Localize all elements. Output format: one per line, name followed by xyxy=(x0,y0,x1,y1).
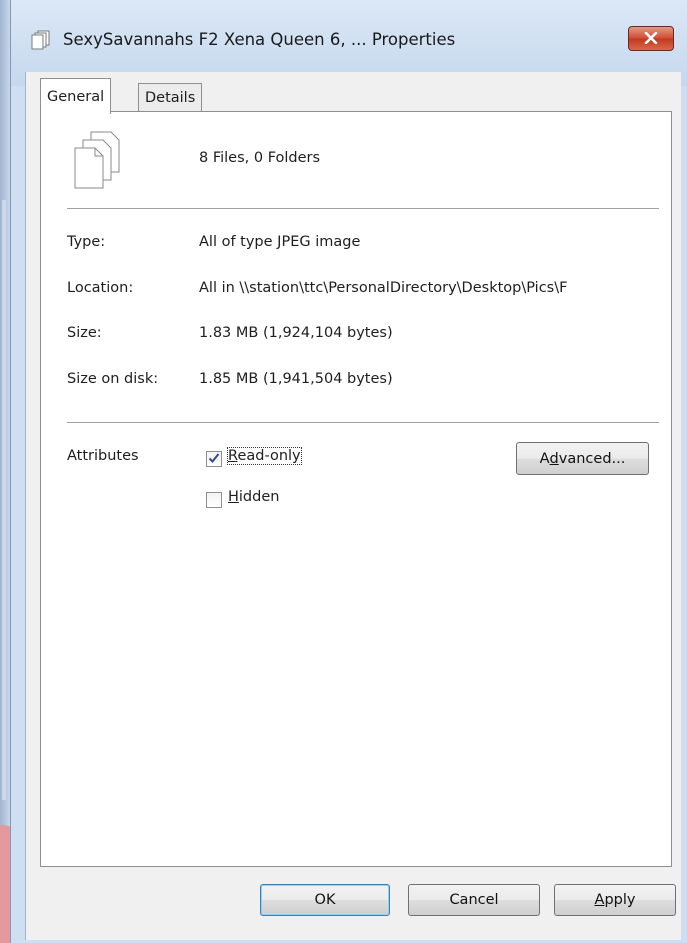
type-value: All of type JPEG image xyxy=(199,234,361,250)
checkmark-icon xyxy=(208,450,220,468)
close-button[interactable] xyxy=(628,26,674,51)
size-on-disk-label: Size on disk: xyxy=(67,371,159,387)
location-value: All in \\station\ttc\PersonalDirectory\D… xyxy=(199,280,568,296)
read-only-checkbox[interactable] xyxy=(206,451,222,467)
hidden-checkbox[interactable] xyxy=(206,492,222,508)
dialog-body: General Details 8 Files, 0 Folders Type:… xyxy=(25,72,681,940)
properties-dialog: SexySavannahs F2 Xena Queen 6, ... Prope… xyxy=(10,0,687,943)
files-icon xyxy=(31,30,53,54)
selection-summary: 8 Files, 0 Folders xyxy=(199,150,321,166)
tab-details[interactable]: Details xyxy=(138,83,203,111)
tab-general[interactable]: General xyxy=(40,78,112,114)
size-value: 1.83 MB (1,924,104 bytes) xyxy=(199,325,393,341)
separator xyxy=(67,422,659,423)
general-panel: 8 Files, 0 Folders Type: All of type JPE… xyxy=(40,111,672,867)
ok-button[interactable]: OK xyxy=(260,884,390,916)
read-only-label[interactable]: Read-only xyxy=(227,447,302,465)
location-label: Location: xyxy=(67,280,134,296)
window-title: SexySavannahs F2 Xena Queen 6, ... Prope… xyxy=(63,30,456,49)
attributes-label: Attributes xyxy=(67,448,139,464)
close-icon xyxy=(644,30,658,48)
size-label: Size: xyxy=(67,325,102,341)
cancel-button[interactable]: Cancel xyxy=(408,884,540,916)
size-on-disk-value: 1.85 MB (1,941,504 bytes) xyxy=(199,371,393,387)
type-label: Type: xyxy=(67,234,106,250)
tab-label: Details xyxy=(145,89,196,106)
tab-label: General xyxy=(47,88,105,105)
separator xyxy=(67,208,659,209)
multiple-files-icon xyxy=(71,130,123,194)
hidden-label[interactable]: Hidden xyxy=(228,489,279,505)
advanced-button[interactable]: Ad vanced... xyxy=(516,442,649,475)
background-window-edge xyxy=(0,0,10,943)
apply-button[interactable]: Apply xyxy=(554,884,676,916)
